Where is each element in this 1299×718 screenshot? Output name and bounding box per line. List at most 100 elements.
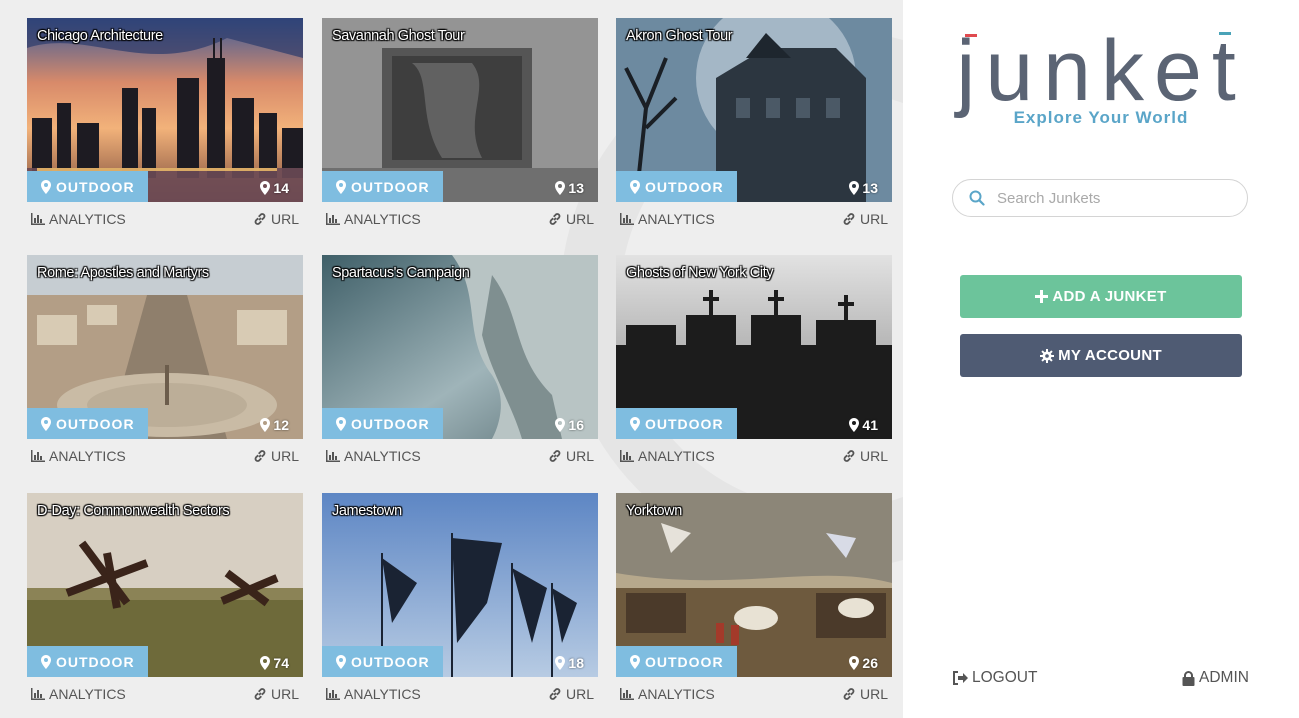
map-marker-icon <box>630 179 640 194</box>
category-badge[interactable]: OUTDOOR <box>616 408 737 439</box>
url-link[interactable]: URL <box>253 448 299 464</box>
bar-chart-icon <box>326 450 340 462</box>
gear-icon <box>1040 348 1055 363</box>
analytics-link[interactable]: ANALYTICS <box>326 448 421 464</box>
card-image-newyork[interactable]: Ghosts of New York City OUTDOOR 41 <box>616 255 892 439</box>
bar-chart-icon <box>620 450 634 462</box>
stop-count: 13 <box>849 180 878 196</box>
card-image-chicago[interactable]: Chicago Architecture OUTDOOR 14 <box>27 18 303 202</box>
card-image-dday[interactable]: D-Day: Commonwealth Sectors OUTDOOR 74 <box>27 493 303 677</box>
analytics-label: ANALYTICS <box>49 211 126 227</box>
logo-accent <box>965 34 977 37</box>
category-label: OUTDOOR <box>56 415 135 432</box>
junket-card: Spartacus's Campaign OUTDOOR 16 ANALYTIC… <box>322 255 598 473</box>
url-link[interactable]: URL <box>842 448 888 464</box>
category-badge[interactable]: OUTDOOR <box>27 646 148 677</box>
add-junket-button[interactable]: ADD A JUNKET <box>960 275 1242 318</box>
map-marker-icon <box>41 654 51 669</box>
bar-chart-icon <box>326 213 340 225</box>
analytics-link[interactable]: ANALYTICS <box>620 211 715 227</box>
url-link[interactable]: URL <box>548 448 594 464</box>
category-badge[interactable]: OUTDOOR <box>322 171 443 202</box>
card-title: Chicago Architecture <box>37 28 163 44</box>
analytics-link[interactable]: ANALYTICS <box>31 686 126 702</box>
analytics-label: ANALYTICS <box>344 448 421 464</box>
analytics-link[interactable]: ANALYTICS <box>620 686 715 702</box>
bar-chart-icon <box>31 213 45 225</box>
analytics-link[interactable]: ANALYTICS <box>31 448 126 464</box>
category-label: OUTDOOR <box>645 653 724 670</box>
url-link[interactable]: URL <box>842 686 888 702</box>
analytics-link[interactable]: ANALYTICS <box>326 686 421 702</box>
card-title: Akron Ghost Tour <box>626 28 733 44</box>
search-box[interactable] <box>952 179 1248 217</box>
my-account-button[interactable]: MY ACCOUNT <box>960 334 1242 377</box>
search-input[interactable] <box>995 188 1219 208</box>
map-marker-icon <box>260 656 271 670</box>
link-icon <box>254 213 266 225</box>
card-title: Jamestown <box>332 503 402 519</box>
url-link[interactable]: URL <box>253 211 299 227</box>
category-badge[interactable]: OUTDOOR <box>27 408 148 439</box>
url-label: URL <box>859 686 888 702</box>
url-label: URL <box>565 448 594 464</box>
category-badge[interactable]: OUTDOOR <box>27 171 148 202</box>
category-label: OUTDOOR <box>645 178 724 195</box>
admin-link[interactable]: ADMIN <box>1182 669 1249 687</box>
add-junket-label: ADD A JUNKET <box>1052 288 1167 305</box>
logout-link[interactable]: LOGOUT <box>952 669 1037 687</box>
stop-count: 16 <box>555 417 584 433</box>
link-icon <box>549 688 561 700</box>
junket-card: Yorktown OUTDOOR 26 ANALYTICS URL <box>616 493 892 711</box>
url-link[interactable]: URL <box>842 211 888 227</box>
analytics-label: ANALYTICS <box>638 686 715 702</box>
category-badge[interactable]: OUTDOOR <box>616 171 737 202</box>
card-actions: ANALYTICS URL <box>27 439 303 473</box>
url-link[interactable]: URL <box>548 211 594 227</box>
junket-grid: Chicago Architecture OUTDOOR 14 ANALYTIC… <box>0 0 903 718</box>
bar-chart-icon <box>620 213 634 225</box>
count-value: 14 <box>273 180 289 196</box>
stop-count: 74 <box>260 655 289 671</box>
bar-chart-icon <box>326 688 340 700</box>
analytics-link[interactable]: ANALYTICS <box>326 211 421 227</box>
junket-card: Chicago Architecture OUTDOOR 14 ANALYTIC… <box>27 18 303 236</box>
card-image-spartacus[interactable]: Spartacus's Campaign OUTDOOR 16 <box>322 255 598 439</box>
link-icon <box>254 450 266 462</box>
category-label: OUTDOOR <box>351 415 430 432</box>
url-link[interactable]: URL <box>548 686 594 702</box>
category-badge[interactable]: OUTDOOR <box>322 646 443 677</box>
url-label: URL <box>859 211 888 227</box>
stop-count: 12 <box>260 417 289 433</box>
map-marker-icon <box>630 654 640 669</box>
map-marker-icon <box>849 181 860 195</box>
category-badge[interactable]: OUTDOOR <box>616 646 737 677</box>
bar-chart-icon <box>31 450 45 462</box>
count-value: 18 <box>568 655 584 671</box>
category-label: OUTDOOR <box>351 178 430 195</box>
count-value: 13 <box>862 180 878 196</box>
junket-card: Rome: Apostles and Martyrs OUTDOOR 12 AN… <box>27 255 303 473</box>
card-actions: ANALYTICS URL <box>322 439 598 473</box>
card-image-jamestown[interactable]: Jamestown OUTDOOR 18 <box>322 493 598 677</box>
logout-label: LOGOUT <box>972 669 1038 686</box>
count-value: 26 <box>862 655 878 671</box>
analytics-link[interactable]: ANALYTICS <box>620 448 715 464</box>
link-icon <box>843 450 855 462</box>
card-image-akron[interactable]: Akron Ghost Tour OUTDOOR 13 <box>616 18 892 202</box>
admin-label: ADMIN <box>1199 669 1249 686</box>
url-label: URL <box>565 686 594 702</box>
card-image-yorktown[interactable]: Yorktown OUTDOOR 26 <box>616 493 892 677</box>
card-image-savannah[interactable]: Savannah Ghost Tour OUTDOOR 13 <box>322 18 598 202</box>
map-marker-icon <box>41 179 51 194</box>
analytics-link[interactable]: ANALYTICS <box>31 211 126 227</box>
card-title: Spartacus's Campaign <box>332 265 470 281</box>
analytics-label: ANALYTICS <box>344 211 421 227</box>
url-link[interactable]: URL <box>253 686 299 702</box>
bar-chart-icon <box>31 688 45 700</box>
link-icon <box>549 450 561 462</box>
logo-accent <box>1219 32 1231 35</box>
card-image-rome[interactable]: Rome: Apostles and Martyrs OUTDOOR 12 <box>27 255 303 439</box>
category-badge[interactable]: OUTDOOR <box>322 408 443 439</box>
map-marker-icon <box>555 418 566 432</box>
